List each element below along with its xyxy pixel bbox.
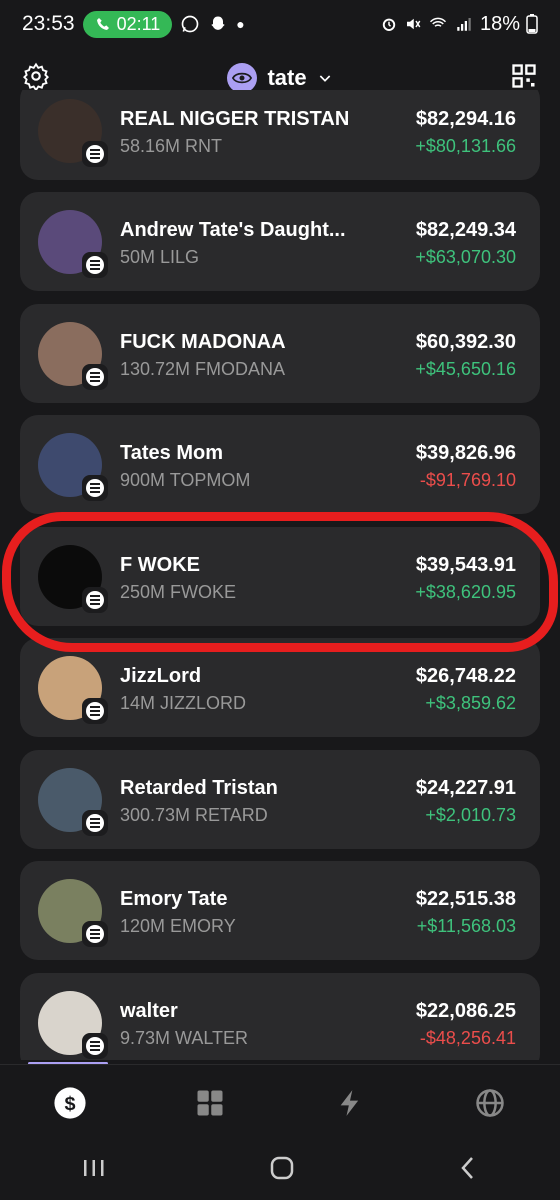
token-amount: 900M TOPMOM — [120, 470, 251, 490]
token-row[interactable]: walter 9.73M WALTER $22,086.25 -$48,256.… — [20, 973, 540, 1060]
solana-chain-icon — [82, 475, 108, 501]
token-row[interactable]: F WOKE 250M FWOKE $39,543.91 +$38,620.95 — [20, 527, 540, 626]
token-change: +$63,070.30 — [415, 247, 516, 267]
tab-swap[interactable] — [320, 1073, 380, 1133]
eye-icon — [227, 63, 258, 93]
solana-chain-icon — [82, 921, 108, 947]
solana-chain-icon — [82, 364, 108, 390]
wallet-selector[interactable]: tate — [227, 63, 332, 93]
tab-explore[interactable] — [460, 1073, 520, 1133]
token-change: +$45,650.16 — [415, 359, 516, 379]
token-name: Tates Mom — [120, 442, 223, 464]
whatsapp-icon — [181, 15, 199, 33]
bottom-tab-bar: $ — [0, 1064, 560, 1141]
solana-chain-icon — [82, 698, 108, 724]
token-row[interactable]: Andrew Tate's Daught... 50M LILG $82,249… — [20, 192, 540, 291]
token-row[interactable]: Emory Tate 120M EMORY $22,515.38 +$11,56… — [20, 861, 540, 960]
wifi-calling-icon — [429, 17, 446, 27]
token-change: +$38,620.95 — [415, 582, 516, 602]
solana-chain-icon — [82, 587, 108, 613]
back-icon[interactable] — [457, 1155, 479, 1186]
token-name: walter — [120, 1000, 178, 1022]
call-timer: 02:11 — [116, 13, 161, 34]
dollar-icon: $ — [54, 1087, 86, 1119]
battery-icon — [526, 14, 538, 34]
chevron-down-icon — [319, 75, 330, 82]
token-amount: 50M LILG — [120, 247, 200, 267]
token-value: $24,227.91 — [415, 777, 516, 799]
signal-icon — [457, 18, 471, 31]
notification-dot-icon: ● — [236, 16, 245, 32]
token-amount: 250M FWOKE — [120, 582, 237, 602]
token-value: $82,294.16 — [415, 108, 516, 130]
token-name: JizzLord — [120, 665, 202, 687]
token-value: $22,515.38 — [415, 888, 516, 910]
token-row[interactable]: Tates Mom 900M TOPMOM $39,826.96 -$91,76… — [20, 415, 540, 514]
token-name: Emory Tate — [120, 888, 228, 910]
token-name: FUCK MADONAA — [120, 331, 286, 353]
token-amount: 300.73M RETARD — [120, 805, 268, 825]
alarm-icon — [382, 18, 396, 31]
token-name: REAL NIGGER TRISTAN — [120, 108, 350, 130]
recent-apps-icon[interactable] — [81, 1157, 107, 1184]
lightning-icon — [340, 1090, 359, 1116]
token-change: +$11,568.03 — [416, 916, 516, 936]
token-value: $39,543.91 — [415, 554, 516, 576]
token-amount: 130.72M FMODANA — [120, 359, 286, 379]
ongoing-call-pill[interactable]: 02:11 — [82, 10, 173, 38]
token-change: +$80,131.66 — [415, 136, 516, 156]
token-change: +$3,859.62 — [425, 693, 516, 713]
clock: 23:53 — [22, 12, 75, 35]
token-amount: 58.16M RNT — [120, 136, 223, 156]
token-name: F WOKE — [120, 554, 200, 576]
token-row[interactable]: FUCK MADONAA 130.72M FMODANA $60,392.30 … — [20, 304, 540, 403]
token-amount: 9.73M WALTER — [120, 1028, 249, 1048]
solana-chain-icon — [82, 141, 108, 167]
tab-tokens[interactable]: $ — [40, 1073, 100, 1133]
token-list[interactable]: REAL NIGGER TRISTAN 58.16M RNT $82,294.1… — [20, 90, 540, 1060]
globe-icon — [476, 1089, 504, 1117]
token-value: $39,826.96 — [415, 442, 516, 464]
token-amount: 14M JIZZLORD — [120, 693, 247, 713]
battery-percent: 18% — [479, 12, 520, 35]
token-change: -$91,769.10 — [419, 470, 516, 490]
mute-icon — [406, 18, 421, 30]
grid-icon — [197, 1090, 223, 1116]
token-change: -$48,256.41 — [419, 1028, 516, 1048]
wallet-name: tate — [267, 65, 307, 90]
system-navigation-bar — [0, 1140, 560, 1200]
solana-chain-icon — [82, 1033, 108, 1059]
token-row[interactable]: Retarded Tristan 300.73M RETARD $24,227.… — [20, 750, 540, 849]
token-name: Retarded Tristan — [120, 777, 278, 799]
token-name: Andrew Tate's Daught... — [120, 219, 346, 241]
tab-collectibles[interactable] — [180, 1073, 240, 1133]
token-row[interactable]: REAL NIGGER TRISTAN 58.16M RNT $82,294.1… — [20, 90, 540, 180]
svg-text:$: $ — [64, 1093, 75, 1115]
status-bar: 23:53 02:11 ● 18% — [0, 0, 560, 48]
token-amount: 120M EMORY — [120, 916, 236, 936]
token-value: $26,748.22 — [415, 665, 516, 687]
solana-chain-icon — [82, 810, 108, 836]
solana-chain-icon — [82, 252, 108, 278]
token-change: +$2,010.73 — [425, 805, 516, 825]
token-row[interactable]: JizzLord 14M JIZZLORD $26,748.22 +$3,859… — [20, 638, 540, 737]
snapchat-icon — [211, 16, 225, 30]
token-value: $60,392.30 — [415, 331, 516, 353]
phone-icon — [96, 18, 109, 30]
home-icon[interactable] — [269, 1155, 295, 1186]
token-value: $22,086.25 — [415, 1000, 516, 1022]
token-value: $82,249.34 — [415, 219, 516, 241]
